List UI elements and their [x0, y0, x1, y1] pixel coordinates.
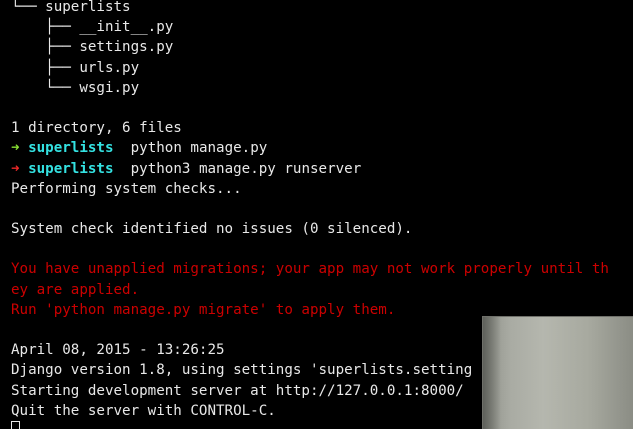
tree-root-dir: superlists [45, 0, 131, 15]
migration-warning-line: ey are applied. [11, 281, 140, 298]
check-result-line: System check identified no issues (0 sil… [11, 221, 413, 238]
prompt-directory: superlists [28, 140, 114, 157]
terminal-window[interactable]: └── superlists ├── __init__.py ├── setti… [0, 0, 633, 429]
system-checks-line: Performing system checks... [11, 180, 242, 197]
prompt-command: python3 manage.py runserver [130, 160, 362, 177]
webcam-shadow [483, 317, 501, 429]
migration-warning-line: You have unapplied migrations; your app … [11, 261, 609, 278]
tree-file-name: wsgi.py [79, 79, 140, 96]
prompt-directory: superlists [28, 160, 114, 177]
webcam-overlay [482, 316, 633, 429]
prompt-line: ➜ superlists python manage.py [11, 138, 633, 158]
arrow-success-icon: ➜ [11, 140, 20, 157]
tree-branch-glyph: ├── [11, 19, 80, 36]
arrow-error-icon: ➜ [11, 160, 20, 177]
tree-root-line: └── superlists [11, 0, 633, 17]
tree-summary: 1 directory, 6 files [11, 120, 182, 137]
tree-item: ├── settings.py [11, 37, 633, 57]
tree-item: └── wsgi.py [11, 78, 633, 98]
tree-item: ├── urls.py [11, 58, 633, 78]
tree-branch-glyph: ├── [11, 39, 80, 56]
tree-file-name: urls.py [79, 59, 140, 76]
tree-branch-glyph: └── [11, 0, 46, 15]
prompt-line: ➜ superlists python3 manage.py runserver [11, 159, 633, 179]
tree-branch-glyph: └── [11, 79, 80, 96]
tree-branch-glyph: ├── [11, 59, 80, 76]
block-cursor-icon [11, 420, 20, 429]
prompt-command: python manage.py [130, 140, 268, 157]
tree-item: ├── __init__.py [11, 17, 633, 37]
tree-file-name: settings.py [79, 39, 174, 56]
tree-file-name: __init__.py [79, 19, 174, 36]
